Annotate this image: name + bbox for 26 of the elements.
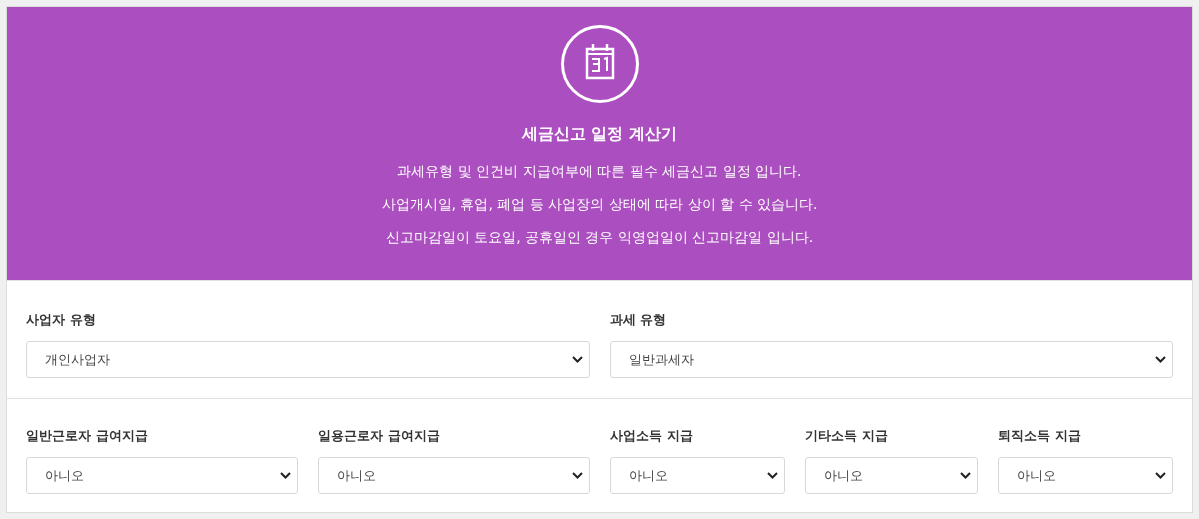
field-label: 퇴직소득 지급 [998, 427, 1082, 445]
field-label: 일용근로자 급여지급 [318, 427, 441, 445]
select-field[interactable]: 개인사업자 [26, 341, 590, 378]
select-field[interactable]: 일반과세자 [609, 341, 1173, 378]
page-title: 세금신고 일정 계산기 [521, 124, 678, 145]
chevron-down-icon [280, 472, 291, 479]
description-text: 신고마감일이 토요일, 공휴일인 경우 익영업일이 신고마감일 입니다. [385, 228, 814, 247]
field-label: 일반근로자 급여지급 [26, 427, 149, 445]
field-label: 사업소득 지급 [610, 427, 694, 445]
description-text: 과세유형 및 인건비 지급여부에 따른 필수 세금신고 일정 입니다. [397, 162, 802, 181]
select-field[interactable]: 아니오 [805, 457, 978, 494]
field-label: 과세 유형 [609, 311, 668, 329]
chevron-down-icon [767, 472, 778, 479]
chevron-down-icon [1155, 356, 1166, 363]
chevron-down-icon [1155, 472, 1166, 479]
select-field[interactable]: 아니오 [610, 457, 785, 494]
field-label: 사업자 유형 [26, 311, 97, 329]
select-field[interactable]: 아니오 [318, 457, 590, 494]
calendar-icon [559, 24, 640, 104]
chevron-down-icon [960, 472, 971, 479]
chevron-down-icon [572, 472, 583, 479]
select-field[interactable]: 아니오 [998, 457, 1173, 494]
field-label: 기타소득 지급 [805, 427, 889, 445]
chevron-down-icon [571, 356, 583, 363]
select-field[interactable]: 아니오 [26, 457, 298, 494]
description-text: 사업개시일, 휴업, 폐업 등 사업장의 상태에 따라 상이 할 수 있습니다. [381, 195, 818, 214]
